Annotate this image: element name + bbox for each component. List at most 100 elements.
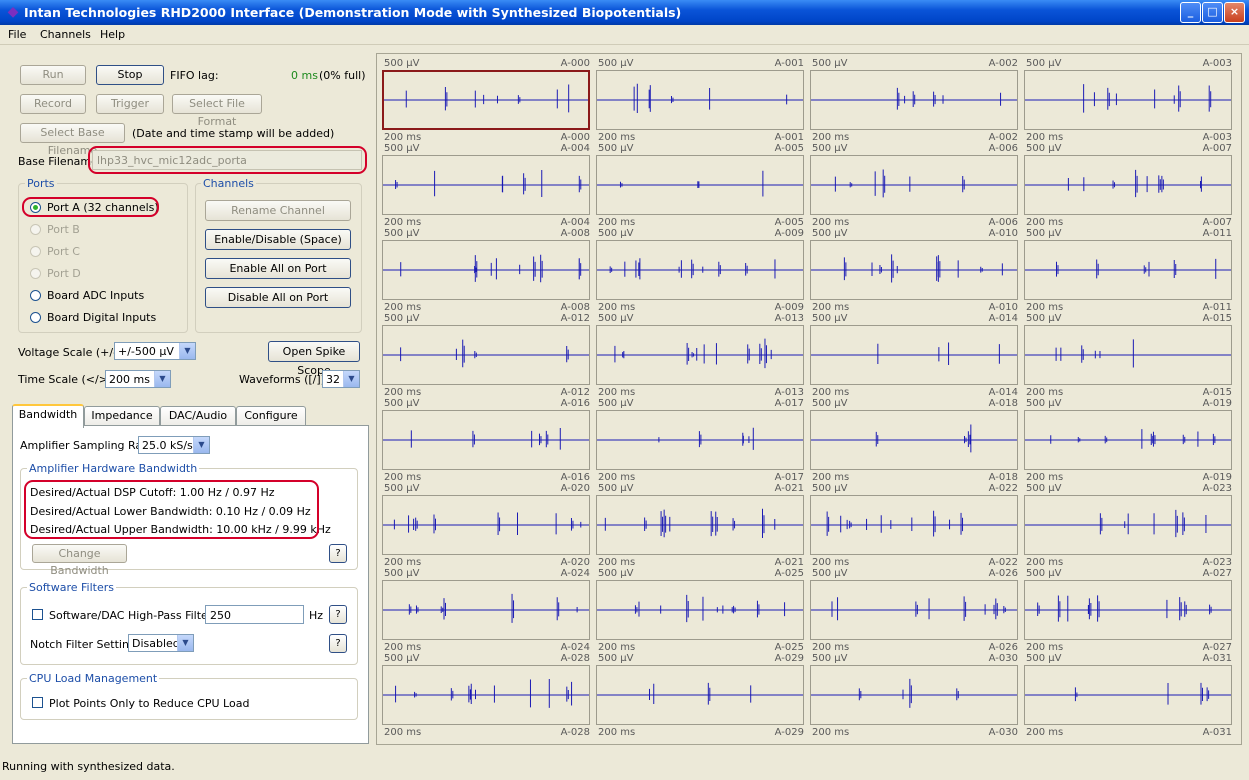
disable-all-button[interactable]: Disable All on Port bbox=[205, 287, 351, 308]
help-button-bandwidth[interactable]: ? bbox=[329, 544, 347, 563]
waveform-plot-a-001[interactable] bbox=[596, 70, 804, 130]
select-file-format-button[interactable]: Select File Format bbox=[172, 94, 262, 128]
waveform-plot-a-002[interactable] bbox=[810, 70, 1018, 130]
plot-scale-label: 500 µV bbox=[812, 398, 848, 409]
high-pass-field[interactable]: 250 bbox=[205, 605, 304, 624]
base-filename-field[interactable]: lhp33_hvc_mic12adc_porta bbox=[92, 150, 362, 170]
trigger-button[interactable]: Trigger bbox=[96, 94, 164, 114]
waveform-plot-a-010[interactable] bbox=[810, 240, 1018, 300]
port-c-radio[interactable] bbox=[30, 246, 41, 257]
waveforms-label: Waveforms ([/]) bbox=[239, 373, 325, 386]
notch-filter-select[interactable]: Disabled ▼ bbox=[128, 634, 194, 652]
tab-dac-audio[interactable]: DAC/Audio bbox=[160, 406, 236, 427]
waveform-plot-a-020[interactable] bbox=[382, 495, 590, 555]
waveforms-select[interactable]: 32 ▼ bbox=[322, 370, 360, 388]
waveform-plot-a-022[interactable] bbox=[810, 495, 1018, 555]
waveform-plot-a-005[interactable] bbox=[596, 155, 804, 215]
waveform-plot-a-031[interactable] bbox=[1024, 665, 1232, 725]
high-pass-checkbox[interactable] bbox=[32, 609, 43, 620]
minimize-button[interactable]: _ bbox=[1180, 2, 1201, 23]
waveform-plot-a-023[interactable] bbox=[1024, 495, 1232, 555]
waveform-plot-a-027[interactable] bbox=[1024, 580, 1232, 640]
waveform-plot-a-000[interactable] bbox=[382, 70, 590, 130]
plot-scale-label: 500 µV bbox=[812, 568, 848, 579]
plot-scale-label: 500 µV bbox=[598, 143, 634, 154]
tab-bandwidth[interactable]: Bandwidth bbox=[12, 404, 84, 428]
plot-channel-label: A-030 bbox=[988, 653, 1018, 664]
voltage-scale-select[interactable]: +/-500 µV ▼ bbox=[114, 342, 196, 360]
plot-channel-label: A-016 bbox=[560, 398, 590, 409]
waveform-plot-a-030[interactable] bbox=[810, 665, 1018, 725]
plot-points-checkbox[interactable] bbox=[32, 697, 43, 708]
waveform-plot-a-017[interactable] bbox=[596, 410, 804, 470]
plot-time-label: 200 ms bbox=[598, 472, 636, 483]
waveform-plot-a-003[interactable] bbox=[1024, 70, 1232, 130]
waveform-plot-a-007[interactable] bbox=[1024, 155, 1232, 215]
waveform-plot-a-016[interactable] bbox=[382, 410, 590, 470]
tab-configure[interactable]: Configure bbox=[236, 406, 306, 427]
rename-channel-button[interactable]: Rename Channel bbox=[205, 200, 351, 221]
waveform-plot-a-026[interactable] bbox=[810, 580, 1018, 640]
plot-channel-label: A-021 bbox=[774, 557, 804, 568]
high-pass-unit: Hz bbox=[309, 609, 324, 622]
record-button[interactable]: Record bbox=[20, 94, 86, 114]
board-adc-label[interactable]: Board ADC Inputs bbox=[47, 289, 144, 302]
board-adc-radio[interactable] bbox=[30, 290, 41, 301]
run-button[interactable]: Run bbox=[20, 65, 86, 85]
waveform-plot-a-013[interactable] bbox=[596, 325, 804, 385]
help-button-high-pass[interactable]: ? bbox=[329, 605, 347, 624]
plot-time-label: 200 ms bbox=[1026, 472, 1064, 483]
menu-help[interactable]: Help bbox=[100, 28, 125, 41]
waveform-plot-a-029[interactable] bbox=[596, 665, 804, 725]
tab-impedance[interactable]: Impedance bbox=[84, 406, 160, 427]
plot-channel-label: A-025 bbox=[774, 568, 804, 579]
port-a-label[interactable]: Port A (32 channels) bbox=[47, 201, 159, 214]
help-button-notch[interactable]: ? bbox=[329, 634, 347, 653]
port-d-radio[interactable] bbox=[30, 268, 41, 279]
sampling-rate-select[interactable]: 25.0 kS/s ▼ bbox=[138, 436, 210, 454]
waveform-plot-a-009[interactable] bbox=[596, 240, 804, 300]
select-base-filename-button[interactable]: Select Base Filename bbox=[20, 123, 125, 157]
waveform-plot-a-018[interactable] bbox=[810, 410, 1018, 470]
plot-channel-label: A-003 bbox=[1202, 132, 1232, 143]
enable-disable-button[interactable]: Enable/Disable (Space) bbox=[205, 229, 351, 250]
waveform-plot-a-025[interactable] bbox=[596, 580, 804, 640]
waveform-display[interactable]: 500 µV A-000 200 ms A-000 500 µV A-001 200 ms A… bbox=[376, 53, 1242, 745]
menu-file[interactable]: File bbox=[8, 28, 26, 41]
waveform-plot-a-015[interactable] bbox=[1024, 325, 1232, 385]
waveform-plot-a-004[interactable] bbox=[382, 155, 590, 215]
open-spike-scope-button[interactable]: Open Spike Scope bbox=[268, 341, 360, 377]
waveform-plot-a-014[interactable] bbox=[810, 325, 1018, 385]
port-a-radio[interactable] bbox=[30, 202, 41, 213]
board-digital-label[interactable]: Board Digital Inputs bbox=[47, 311, 156, 324]
stop-button[interactable]: Stop bbox=[96, 65, 164, 85]
close-button[interactable]: × bbox=[1224, 2, 1245, 23]
status-text: Running with synthesized data. bbox=[2, 760, 175, 773]
waveform-plot-a-008[interactable] bbox=[382, 240, 590, 300]
port-b-label[interactable]: Port B bbox=[47, 223, 80, 236]
time-scale-select[interactable]: 200 ms ▼ bbox=[105, 370, 171, 388]
waveform-trace bbox=[811, 510, 1017, 537]
port-d-label[interactable]: Port D bbox=[47, 267, 81, 280]
board-digital-radio[interactable] bbox=[30, 312, 41, 323]
maximize-button[interactable]: □ bbox=[1202, 2, 1223, 23]
waveform-plot-a-024[interactable] bbox=[382, 580, 590, 640]
waveform-plot-a-021[interactable] bbox=[596, 495, 804, 555]
enable-all-button[interactable]: Enable All on Port bbox=[205, 258, 351, 279]
waveform-plot-a-012[interactable] bbox=[382, 325, 590, 385]
waveform-trace bbox=[383, 428, 589, 450]
waveform-trace bbox=[383, 512, 589, 535]
menu-channels[interactable]: Channels bbox=[40, 28, 91, 41]
waveform-plot-a-011[interactable] bbox=[1024, 240, 1232, 300]
waveform-trace bbox=[1025, 429, 1231, 449]
waveform-plot-a-028[interactable] bbox=[382, 665, 590, 725]
waveform-plot-a-019[interactable] bbox=[1024, 410, 1232, 470]
port-b-radio[interactable] bbox=[30, 224, 41, 235]
waveform-plot-a-006[interactable] bbox=[810, 155, 1018, 215]
plot-channel-label: A-026 bbox=[988, 642, 1018, 653]
plot-scale-label: 500 µV bbox=[384, 398, 420, 409]
change-bandwidth-button[interactable]: Change Bandwidth bbox=[32, 544, 127, 577]
waveform-trace bbox=[597, 83, 803, 113]
port-c-label[interactable]: Port C bbox=[47, 245, 80, 258]
base-filename-value: lhp33_hvc_mic12adc_porta bbox=[97, 154, 247, 167]
